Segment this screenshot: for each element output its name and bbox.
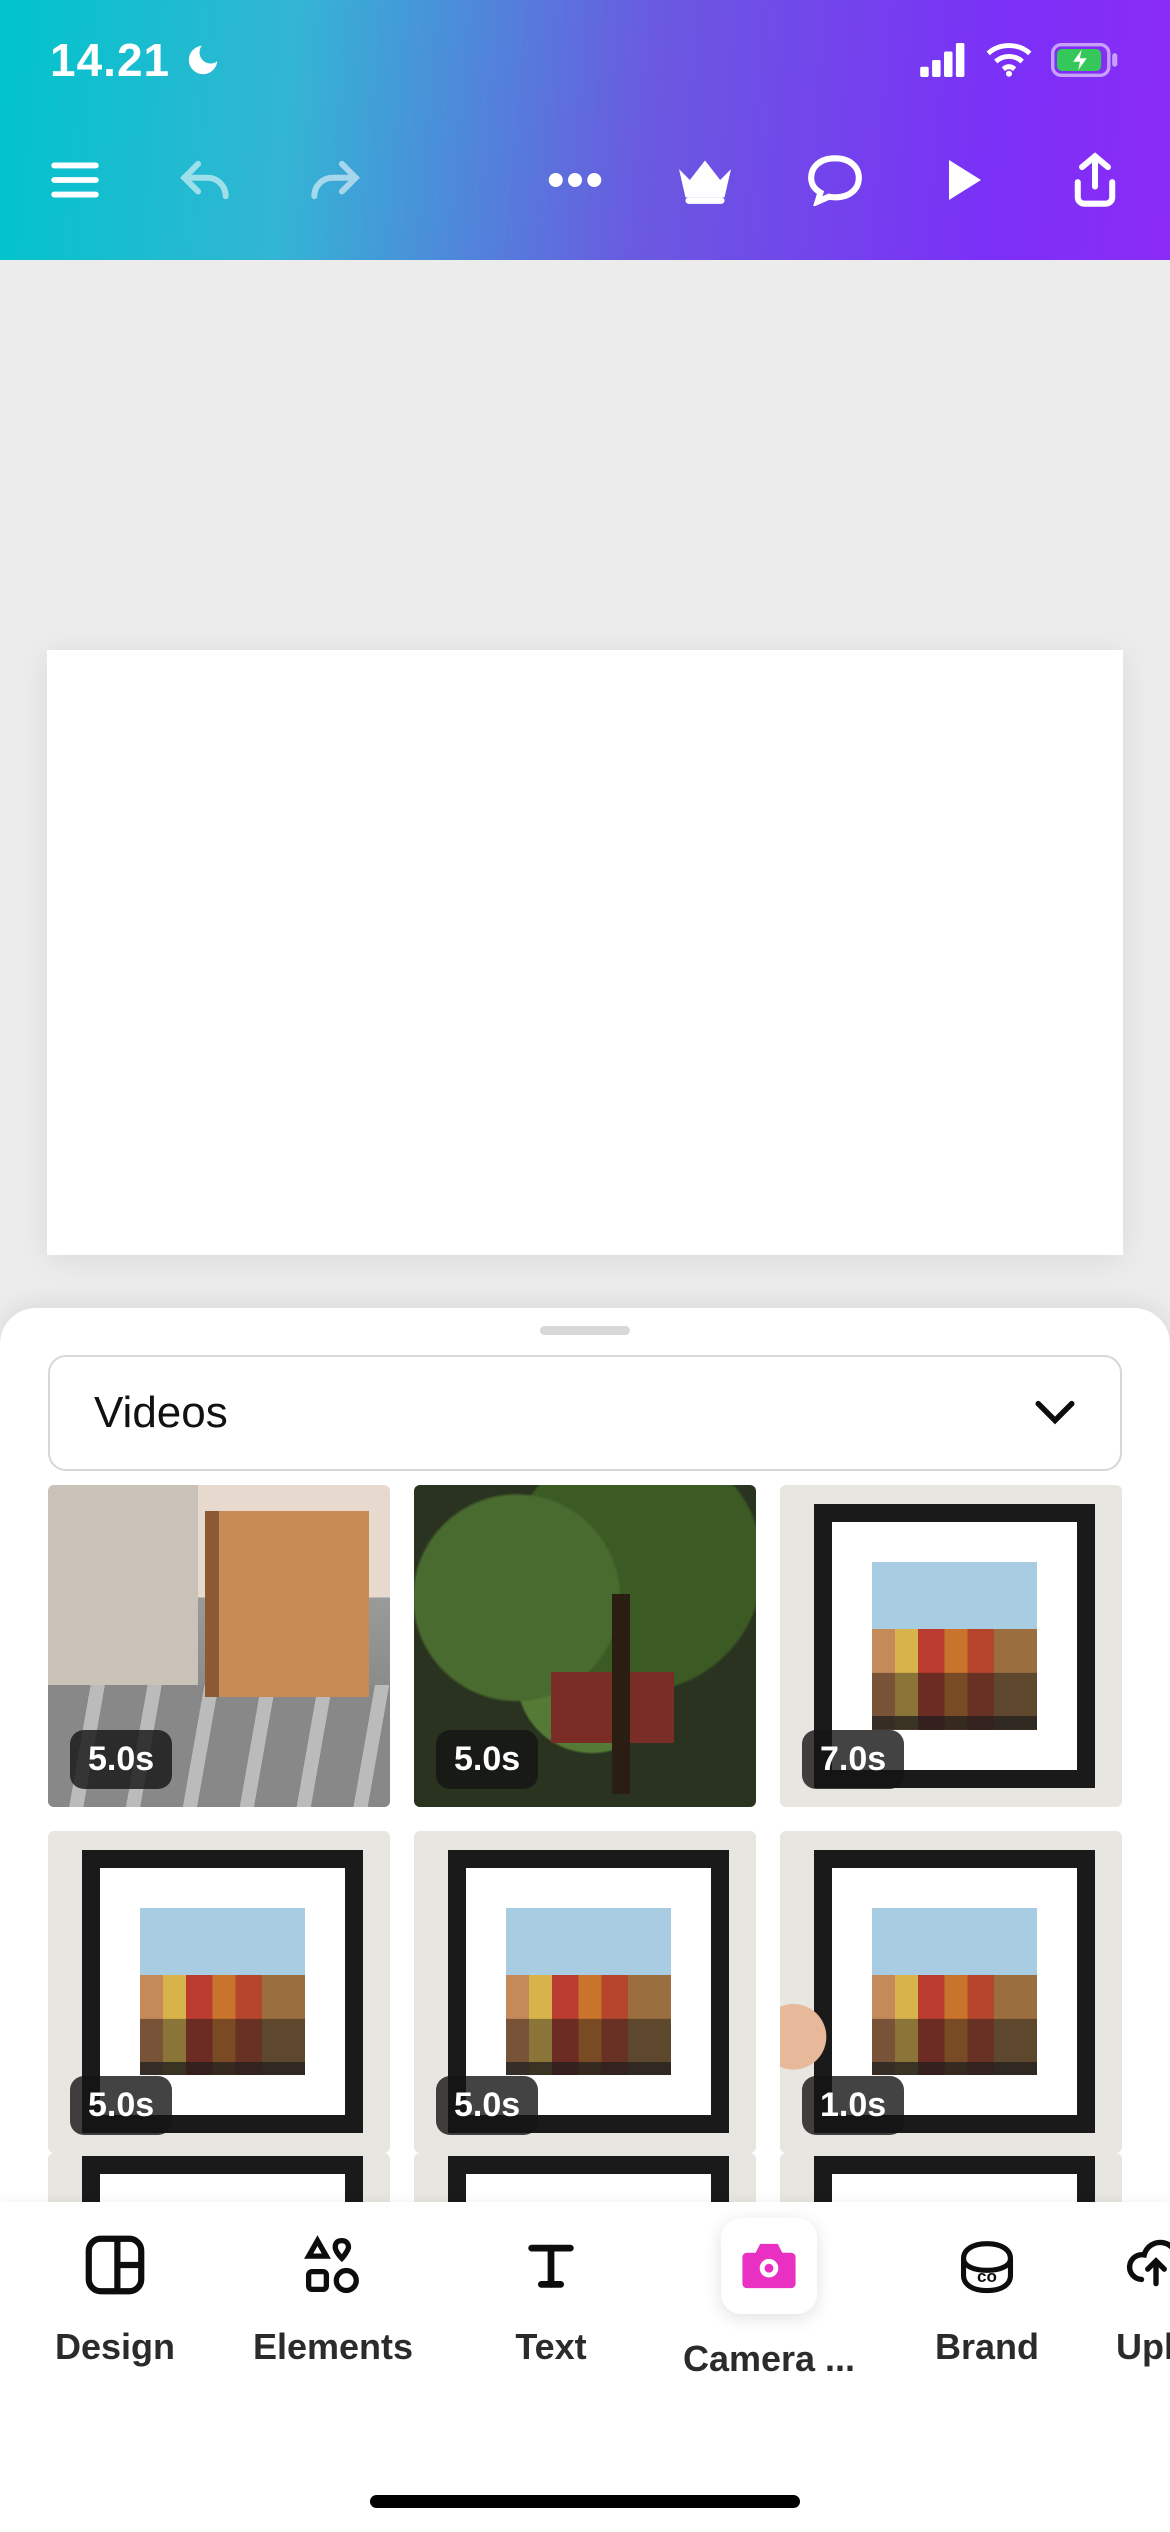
tab-label: Design [55,2326,175,2368]
cell-signal-icon [920,43,968,77]
shapes-icon [302,2234,364,2296]
video-thumb[interactable]: 1.0s [780,1831,1122,2153]
video-thumb[interactable]: 5.0s [414,1831,756,2153]
undo-button[interactable] [170,145,240,215]
tab-uploads[interactable]: Uplo [1096,2228,1170,2368]
tab-label: Camera ... [683,2338,855,2380]
redo-button[interactable] [300,145,370,215]
tab-camera-roll[interactable]: Camera ... [660,2228,878,2380]
duration-badge: 1.0s [802,2076,904,2135]
duration-badge: 5.0s [436,2076,538,2135]
duration-badge: 5.0s [436,1730,538,1789]
comment-button[interactable] [800,145,870,215]
video-thumb[interactable]: 5.0s [414,1485,756,1807]
home-indicator [370,2495,800,2508]
sheet-grab-handle[interactable] [540,1326,630,1335]
more-button[interactable] [540,145,610,215]
template-icon [84,2234,146,2296]
camera-icon [738,2239,800,2293]
tab-label: Elements [253,2326,413,2368]
crown-icon[interactable] [670,145,740,215]
cloud-upload-icon [1125,2239,1170,2291]
tab-label: Uplo [1116,2326,1170,2368]
chevron-down-icon [1034,1400,1076,1426]
tab-elements[interactable]: Elements [224,2228,442,2368]
video-thumb[interactable]: 5.0s [48,1831,390,2153]
media-type-dropdown[interactable]: Videos [48,1355,1122,1471]
clock: 14.21 [50,33,170,87]
play-button[interactable] [930,145,1000,215]
tab-label: Brand [935,2326,1039,2368]
svg-text:co: co [977,2267,997,2286]
tab-text[interactable]: Text [442,2228,660,2368]
media-sheet: Videos 5.0s 5.0s 7.0s 5.0s 5.0s 1 [0,1308,1170,2532]
tab-label: Text [515,2326,586,2368]
video-thumb[interactable]: 7.0s [780,1485,1122,1807]
battery-charging-icon [1050,43,1120,77]
tab-brand[interactable]: co Brand [878,2228,1096,2368]
status-bar: 14.21 [0,0,1170,120]
brand-icon: co [955,2236,1019,2294]
moon-icon [184,41,222,79]
menu-button[interactable] [40,145,110,215]
share-button[interactable] [1060,145,1130,215]
text-icon [522,2236,580,2294]
editor-toolbar [0,120,1170,260]
video-thumb[interactable]: 5.0s [48,1485,390,1807]
wifi-icon [986,43,1032,77]
duration-badge: 7.0s [802,1730,904,1789]
editor-tabbar: Design Elements Text Camera ... co Brand [0,2202,1170,2532]
tab-design[interactable]: Design [6,2228,224,2368]
app-header: 14.21 [0,0,1170,260]
artboard[interactable] [47,650,1123,1255]
video-grid: 5.0s 5.0s 7.0s 5.0s 5.0s 1.0s [0,1479,1170,2153]
dropdown-label: Videos [94,1388,228,1438]
duration-badge: 5.0s [70,1730,172,1789]
duration-badge: 5.0s [70,2076,172,2135]
